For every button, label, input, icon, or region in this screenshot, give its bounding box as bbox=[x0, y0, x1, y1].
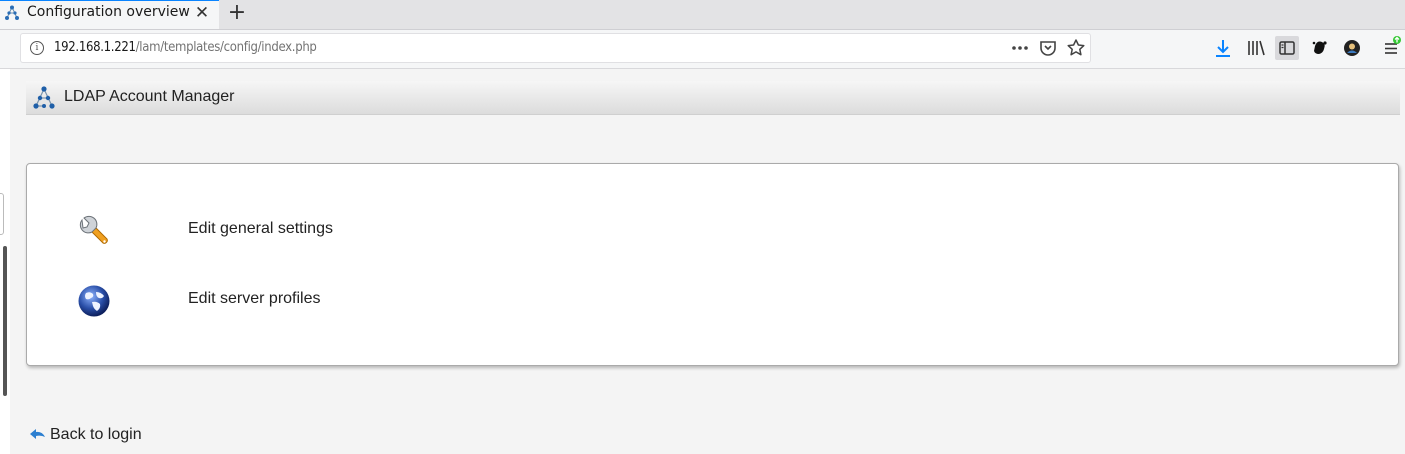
url-host: 192.168.1.221 bbox=[54, 40, 136, 55]
menu-item-label: Edit server profiles bbox=[188, 290, 321, 307]
navigation-bar: i 192.168.1.221/lam/templates/config/ind… bbox=[0, 30, 1405, 69]
hamburger-glyph-icon bbox=[1385, 36, 1401, 54]
scrollbar-thumb[interactable] bbox=[3, 246, 7, 396]
config-menu-panel: Edit general settings Edit server profil… bbox=[26, 163, 1399, 366]
account-avatar-icon[interactable] bbox=[1340, 36, 1364, 60]
globe-icon bbox=[78, 285, 110, 317]
back-to-login-label: Back to login bbox=[50, 426, 142, 443]
url-bar[interactable]: i 192.168.1.221/lam/templates/config/ind… bbox=[21, 34, 1090, 62]
app-header: LDAP Account Manager bbox=[26, 81, 1400, 115]
back-arrow-icon bbox=[30, 429, 45, 439]
url-text[interactable]: 192.168.1.221/lam/templates/config/index… bbox=[54, 40, 317, 55]
sidebar-icon[interactable] bbox=[1275, 36, 1299, 60]
side-tab-handle[interactable] bbox=[0, 193, 4, 235]
download-icon[interactable] bbox=[1211, 36, 1235, 60]
menu-item-label: Edit general settings bbox=[188, 220, 333, 237]
tab-title: Configuration overview bbox=[27, 4, 190, 20]
wrench-icon bbox=[79, 215, 108, 244]
edit-server-profiles-link[interactable]: Edit server profiles bbox=[77, 281, 377, 321]
menu-icon[interactable] bbox=[1379, 36, 1403, 60]
plus-icon[interactable]: + bbox=[226, 1, 248, 25]
extension-icon[interactable] bbox=[1308, 36, 1332, 60]
bookmark-star-icon[interactable] bbox=[1066, 38, 1086, 58]
info-icon[interactable]: i bbox=[30, 41, 44, 55]
app-title: LDAP Account Manager bbox=[64, 88, 235, 105]
tab-strip: Configuration overview ✕ + bbox=[0, 0, 1405, 30]
page-left-strip bbox=[0, 69, 10, 454]
edit-general-settings-link[interactable]: Edit general settings bbox=[77, 211, 377, 251]
url-path: /lam/templates/config/index.php bbox=[135, 40, 317, 55]
lam-favicon-icon bbox=[5, 5, 19, 20]
library-icon[interactable] bbox=[1244, 36, 1268, 60]
more-icon[interactable] bbox=[1010, 38, 1030, 58]
close-icon[interactable]: ✕ bbox=[194, 4, 210, 22]
pocket-icon[interactable] bbox=[1038, 38, 1058, 58]
sidebar-glyph-icon bbox=[1279, 41, 1295, 55]
lam-logo-icon bbox=[33, 86, 55, 109]
browser-tab[interactable]: Configuration overview ✕ bbox=[0, 0, 219, 29]
